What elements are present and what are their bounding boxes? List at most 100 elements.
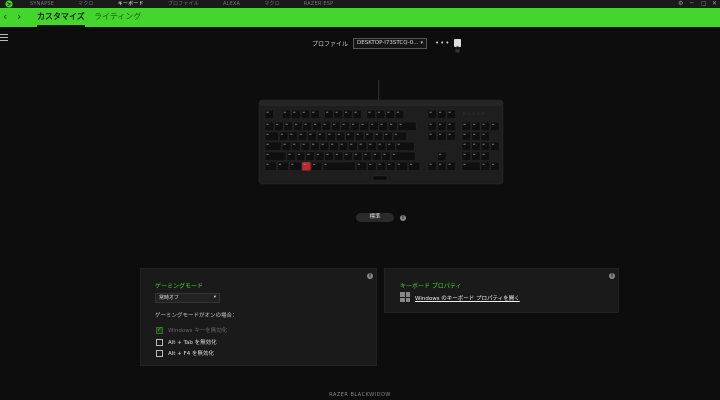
key-arrow [446,161,456,171]
menu-icon[interactable] [0,34,8,41]
key-legend [283,143,286,145]
gaming-mode-subheading: ゲーミングモードがオンの場合： [155,313,238,319]
key-legend [492,143,495,145]
key [302,121,312,131]
key-legend [323,123,326,125]
info-icon[interactable]: i [400,215,406,221]
key-legend [347,133,350,135]
disable-alt-f4-checkbox[interactable] [156,349,163,357]
top-nav-item-macro-2[interactable]: マクロ [264,0,280,8]
key-legend [350,143,353,145]
key-function [395,109,405,119]
key [307,131,317,141]
key-legend [266,133,269,135]
key [391,151,416,161]
key-legend [473,133,476,135]
key [397,121,417,131]
key [338,141,348,151]
keyboard-properties-info-icon[interactable]: i [609,273,615,279]
key-numpad [490,121,500,131]
key-numpad [471,151,481,161]
gaming-mode-info-icon[interactable]: i [367,273,373,279]
key [264,141,282,151]
gaming-mode-select[interactable]: 常時オフ ▾ [155,293,220,303]
profile-lock-icon[interactable] [454,39,462,53]
chevron-down-icon: ▾ [213,295,216,300]
key [408,161,421,171]
key-legend [321,143,324,145]
disable-alt-f4-option[interactable]: Alt + F4 を無効化 [156,349,214,357]
key-legend [409,163,413,165]
key-legend [290,133,293,135]
close-icon[interactable]: ✕ [712,0,717,8]
key-legend [492,123,495,125]
key-nav [427,131,437,141]
tab-customize[interactable]: カスタマイズ [37,12,85,27]
disable-windows-key-option[interactable]: Windows キーを無効化 [156,326,227,334]
disable-alt-tab-option[interactable]: Alt + Tab を無効化 [156,338,217,346]
key-legend [429,123,432,125]
key-numpad [490,141,500,151]
minimize-icon[interactable]: ─ [690,0,694,8]
top-nav-item-profiles[interactable]: プロファイル [168,0,199,8]
key-legend [293,143,296,145]
key [340,121,350,131]
key-numpad [461,151,471,161]
key-numpad [461,131,471,141]
open-windows-keyboard-properties-link[interactable]: Windows のキーボード プロパティを開く [415,294,520,302]
disable-windows-key-checkbox[interactable] [156,326,163,334]
key-legend [429,133,432,135]
more-options-icon[interactable]: ••• [435,39,450,47]
key [277,161,290,171]
key-legend [303,163,306,165]
key [288,131,298,141]
key-legend [266,163,269,165]
key-legend [448,123,451,125]
key-legend [378,143,381,145]
key [386,161,396,171]
maximize-icon[interactable]: □ [701,0,707,8]
top-nav: SYNAPSE マクロ キーボード プロファイル ALEXA マクロ RAZER… [30,0,357,8]
key [293,121,303,131]
key-legend [340,143,343,145]
key [350,121,360,131]
key-arrow-up [437,151,447,161]
key-legend [482,143,485,145]
profile-select[interactable]: DESKTOP-I73STCQ-0... ▾ [353,37,428,49]
disable-windows-key-label: Windows キーを無効化 [168,328,228,334]
key [286,151,296,161]
standard-button[interactable]: 標準 [356,213,394,222]
top-nav-item-alexa[interactable]: ALEXA [223,0,240,8]
key-legend [342,123,345,125]
key-arrow [427,161,437,171]
forward-arrow-icon[interactable]: › [17,11,21,23]
top-nav-item-razer-esp[interactable]: RAZER ESP [304,0,334,8]
key-legend [473,143,476,145]
settings-icon[interactable]: ⚙ [678,0,683,8]
key-legend [492,163,495,165]
key-function [333,109,343,119]
key-numpad [490,161,500,171]
key [300,141,310,151]
top-nav-item-synapse[interactable]: SYNAPSE [30,0,54,8]
key [345,131,355,141]
key-legend [369,163,372,165]
key-legend [388,163,391,165]
key-legend [439,163,442,165]
disable-alt-tab-label: Alt + Tab を無効化 [168,340,217,346]
key [324,151,334,161]
back-arrow-icon[interactable]: ‹ [3,11,7,23]
top-nav-item-macro[interactable]: マクロ [78,0,94,8]
key-legend [331,143,334,145]
key-legend [302,143,305,145]
key-legend [316,153,320,155]
key [315,151,325,161]
key-esc [264,109,274,119]
disable-alt-tab-checkbox[interactable] [156,338,163,346]
key [355,161,367,171]
top-nav-item-keyboard[interactable]: キーボード [118,0,144,8]
tab-lighting[interactable]: ライティング [94,12,141,22]
disable-alt-f4-label: Alt + F4 を無効化 [168,351,214,357]
key-legend [354,111,357,113]
key-legend [314,123,317,125]
